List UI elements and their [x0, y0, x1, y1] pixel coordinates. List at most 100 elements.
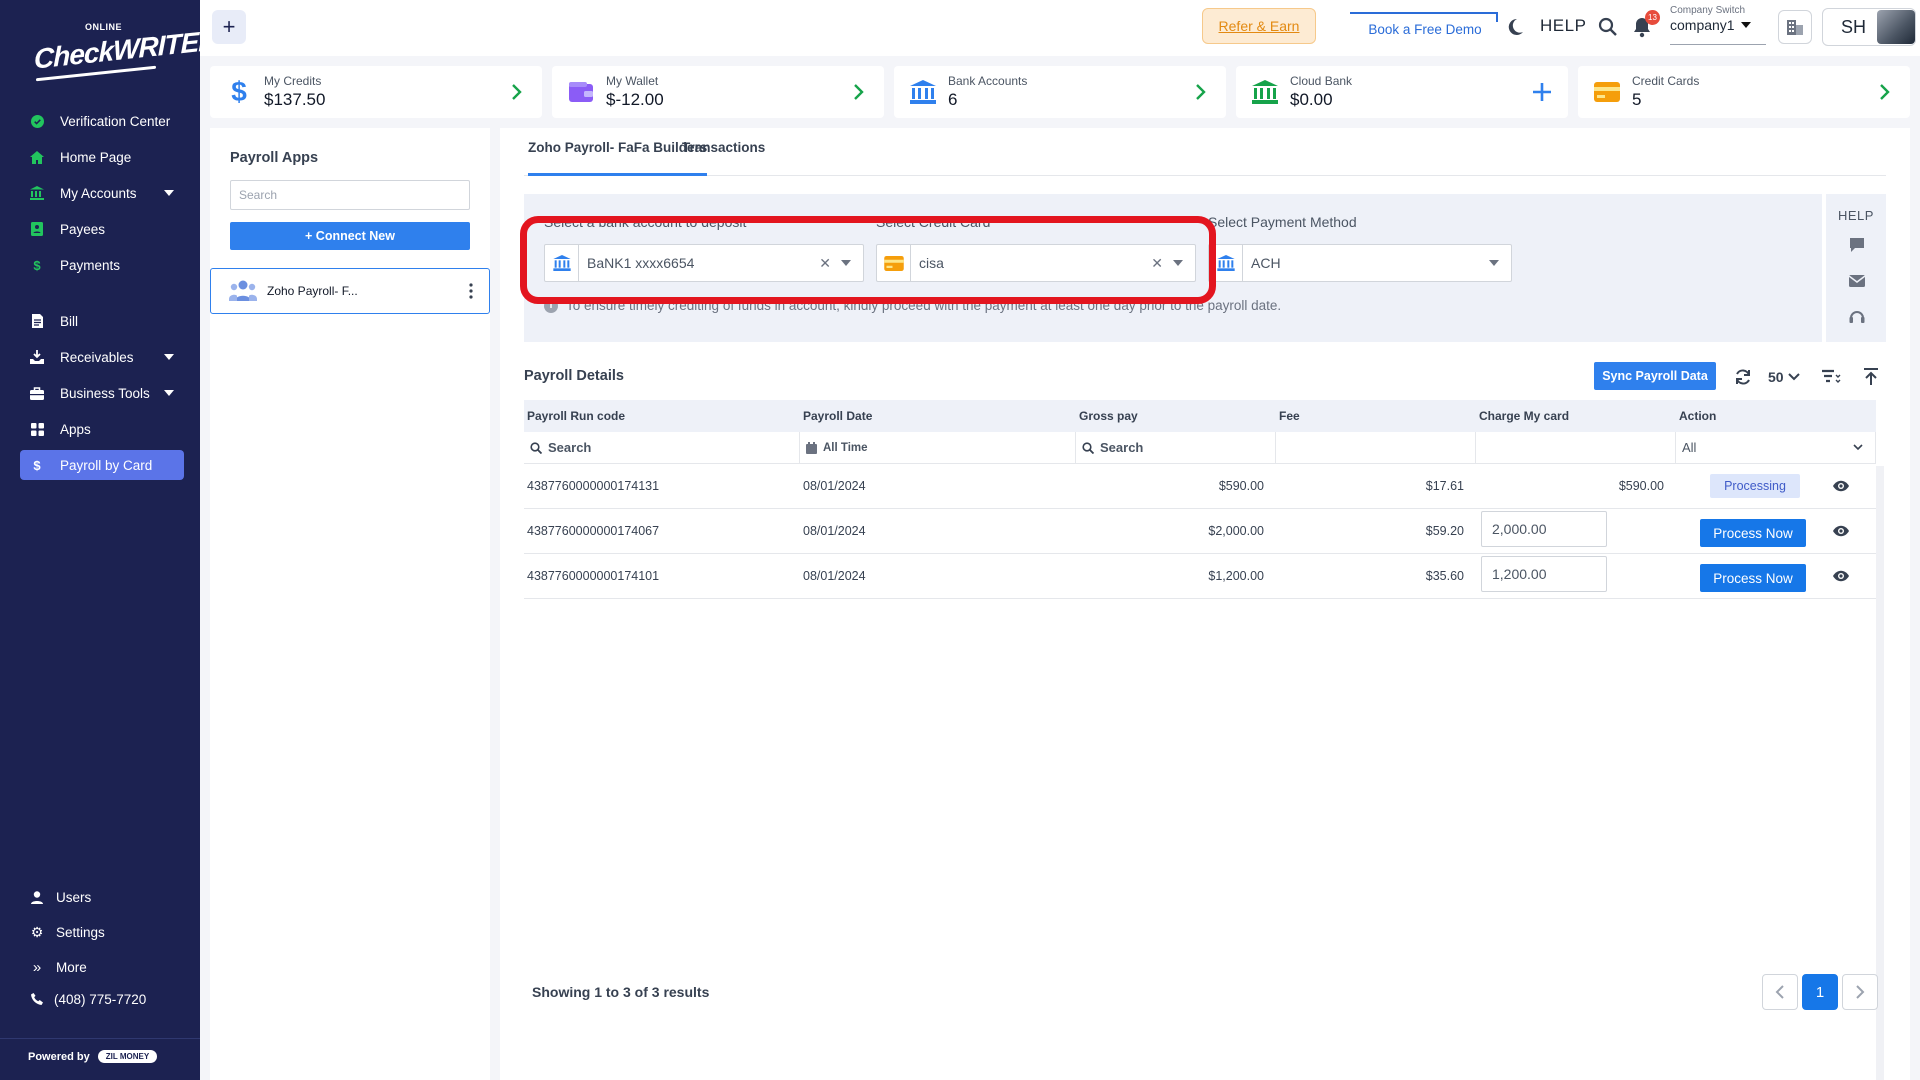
- process-now-button[interactable]: Process Now: [1700, 564, 1806, 592]
- sidebar-item-home-page[interactable]: Home Page: [20, 142, 184, 172]
- chevron-right-icon[interactable]: [506, 82, 526, 102]
- search-icon[interactable]: [1598, 17, 1618, 37]
- sidebar-item-label: (408) 775-7720: [54, 991, 147, 1007]
- chevron-down-icon[interactable]: [1489, 260, 1499, 266]
- gross-pay-search-filter[interactable]: Search: [1076, 431, 1276, 464]
- dollar-icon: $: [231, 76, 247, 107]
- column-header[interactable]: Payroll Date: [800, 409, 1076, 423]
- credit-card-select[interactable]: cisa ✕: [876, 244, 1196, 282]
- zil-money-logo[interactable]: ZIL MONEY: [97, 1050, 158, 1063]
- company-switch-label: Company Switch: [1670, 5, 1746, 16]
- app-item-zoho-payroll[interactable]: Zoho Payroll- F...: [210, 268, 490, 314]
- sidebar-item-verification-center[interactable]: Verification Center: [20, 106, 184, 136]
- user-initials: SH: [1841, 16, 1867, 37]
- sidebar-item-payees[interactable]: Payees: [20, 214, 184, 244]
- card-credit-cards[interactable]: Credit Cards 5: [1578, 66, 1910, 118]
- charge-amount-input[interactable]: [1481, 511, 1607, 547]
- scroll-top-icon[interactable]: [1858, 364, 1884, 390]
- action-filter-select[interactable]: All: [1676, 431, 1876, 464]
- top-bar: + Refer & Earn Book a Free Demo HELP 13 …: [200, 0, 1920, 56]
- sidebar-item-payroll-by-card[interactable]: $ Payroll by Card: [20, 450, 184, 480]
- pagination-page-button[interactable]: 1: [1802, 974, 1838, 1010]
- sidebar-item-my-accounts[interactable]: My Accounts: [20, 178, 184, 208]
- notification-bell-icon[interactable]: 13: [1632, 10, 1660, 38]
- chevron-right-icon[interactable]: [848, 82, 868, 102]
- pagination-prev-button[interactable]: [1762, 974, 1798, 1010]
- process-now-button[interactable]: Process Now: [1700, 519, 1806, 547]
- card-label: My Wallet: [606, 74, 659, 88]
- sidebar-item-label: Settings: [56, 924, 105, 940]
- sidebar-item-settings[interactable]: ⚙ Settings: [20, 917, 184, 947]
- eye-icon[interactable]: [1832, 569, 1850, 583]
- apps-search-input[interactable]: [230, 180, 470, 210]
- gross-pay-cell: $590.00: [1218, 479, 1264, 493]
- eye-icon[interactable]: [1832, 524, 1850, 538]
- sidebar-item-label: Verification Center: [60, 113, 171, 129]
- mail-icon[interactable]: [1848, 272, 1866, 290]
- logo[interactable]: ONLINE CheckWRITER: [30, 20, 217, 82]
- tab-zoho-payroll[interactable]: Zoho Payroll- FaFa Builders: [528, 140, 708, 176]
- book-demo-link[interactable]: Book a Free Demo: [1350, 12, 1500, 42]
- clear-icon[interactable]: ✕: [1151, 255, 1163, 272]
- connect-new-button[interactable]: + Connect New: [230, 222, 470, 250]
- column-header[interactable]: Action: [1676, 409, 1876, 423]
- headset-icon[interactable]: [1848, 308, 1866, 326]
- charge-amount-input[interactable]: [1481, 556, 1607, 592]
- chat-icon[interactable]: [1848, 236, 1866, 254]
- card-value: 6: [948, 90, 958, 109]
- credit-card-icon: [1592, 82, 1622, 102]
- pagination-next-button[interactable]: [1842, 974, 1878, 1010]
- sidebar-item-more[interactable]: » More: [20, 952, 184, 982]
- sidebar-divider: [0, 1038, 200, 1039]
- clear-icon[interactable]: ✕: [819, 255, 831, 272]
- refresh-icon[interactable]: [1730, 364, 1756, 390]
- column-header[interactable]: Charge My card: [1476, 409, 1676, 423]
- column-header[interactable]: Gross pay: [1076, 409, 1276, 423]
- card-cloud-bank[interactable]: Cloud Bank $0.00: [1236, 66, 1568, 118]
- dark-mode-icon[interactable]: [1505, 17, 1525, 37]
- quick-add-button[interactable]: +: [212, 10, 246, 44]
- sidebar-item-apps[interactable]: Apps: [20, 414, 184, 444]
- sidebar-item-payments[interactable]: $ Payments: [20, 250, 184, 280]
- card-value: $137.50: [264, 90, 326, 109]
- sidebar-item-phone[interactable]: (408) 775-7720: [20, 984, 184, 1014]
- chevron-down-icon[interactable]: [841, 260, 851, 266]
- bank-icon: [545, 245, 579, 281]
- filter-icon[interactable]: [1818, 364, 1844, 390]
- eye-icon[interactable]: [1832, 479, 1850, 493]
- date-filter[interactable]: All Time: [800, 431, 1076, 464]
- tab-transactions[interactable]: Transactions: [682, 140, 765, 176]
- sidebar-item-users[interactable]: Users: [20, 882, 184, 912]
- chevron-right-icon[interactable]: [1874, 82, 1894, 102]
- sidebar-bottom-nav: Users ⚙ Settings » More (408) 775-7720: [20, 882, 184, 1020]
- sidebar-item-receivables[interactable]: Receivables: [20, 342, 184, 372]
- run-code-search-filter[interactable]: Search: [524, 431, 800, 464]
- sidebar: ONLINE CheckWRITER Verification Center H…: [0, 0, 217, 1080]
- calendar-icon: [806, 441, 817, 454]
- card-my-credits[interactable]: $ My Credits $137.50: [210, 66, 542, 118]
- sidebar-item-business-tools[interactable]: Business Tools: [20, 378, 184, 408]
- company-building-icon[interactable]: [1778, 10, 1812, 44]
- help-link[interactable]: HELP: [1540, 16, 1586, 36]
- payment-method-select[interactable]: ACH: [1208, 244, 1512, 282]
- sync-payroll-button[interactable]: Sync Payroll Data: [1594, 362, 1716, 390]
- rows-per-page-select[interactable]: 50: [1768, 364, 1800, 390]
- more-vertical-icon[interactable]: [469, 283, 473, 299]
- users-group-icon: [229, 279, 259, 304]
- table-row: 4387760000000174131 08/01/2024 $590.00 $…: [524, 464, 1876, 509]
- company-switch[interactable]: Company Switch company1: [1670, 5, 1766, 45]
- card-my-wallet[interactable]: My Wallet $-12.00: [552, 66, 884, 118]
- user-profile-menu[interactable]: SH: [1822, 8, 1916, 46]
- date-cell: 08/01/2024: [803, 524, 866, 538]
- card-bank-accounts[interactable]: Bank Accounts 6: [894, 66, 1226, 118]
- column-header[interactable]: Fee: [1276, 409, 1476, 423]
- sidebar-item-bill[interactable]: Bill: [20, 306, 184, 336]
- briefcase-icon: [28, 385, 46, 401]
- refer-earn-button[interactable]: Refer & Earn: [1202, 8, 1316, 44]
- chevron-down-icon[interactable]: [1173, 260, 1183, 266]
- bank-account-select[interactable]: BaNK1 xxxx6654 ✕: [544, 244, 864, 282]
- plus-icon[interactable]: [1532, 82, 1552, 102]
- column-header[interactable]: Payroll Run code: [524, 409, 800, 423]
- chevron-right-icon[interactable]: [1190, 82, 1210, 102]
